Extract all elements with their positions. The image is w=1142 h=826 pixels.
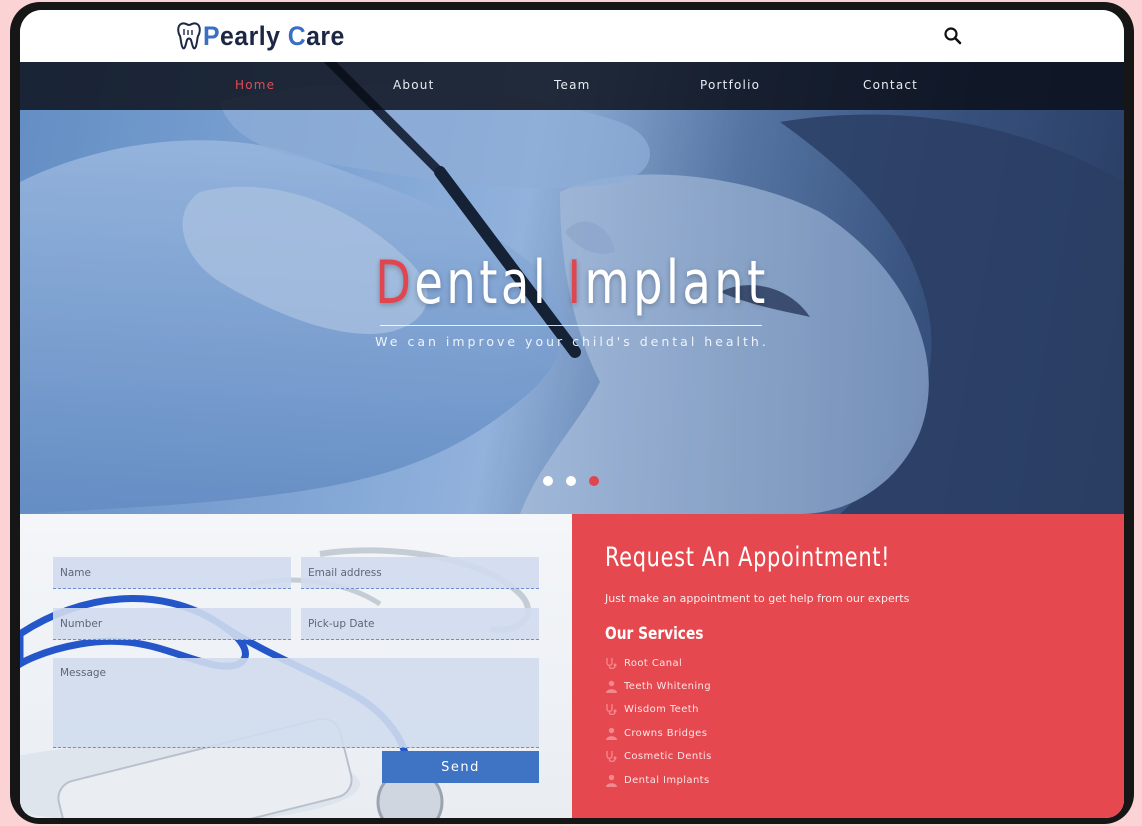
- slider-dot-3[interactable]: [589, 476, 599, 486]
- hero-title: Dental Implant: [97, 248, 1046, 318]
- nav-item-about[interactable]: About: [393, 78, 434, 92]
- nav-item-portfolio[interactable]: Portfolio: [700, 78, 760, 92]
- brand-word-2: are: [306, 20, 345, 51]
- slider-dot-2[interactable]: [566, 476, 576, 486]
- service-label: Cosmetic Dentis: [624, 750, 712, 762]
- pickup-date-input[interactable]: [301, 608, 539, 640]
- main-navigation: Home About Team Portfolio Contact: [20, 62, 1124, 110]
- appointment-subtitle: Just make an appointment to get help fro…: [605, 592, 910, 605]
- hero-subtitle: We can improve your child's dental healt…: [375, 334, 769, 349]
- service-label: Dental Implants: [624, 774, 710, 786]
- send-button[interactable]: Send: [382, 751, 539, 783]
- brand-initial-2: C: [287, 20, 307, 51]
- stethoscope-icon: [606, 703, 617, 715]
- service-label: Crowns Bridges: [624, 727, 708, 739]
- service-item-root-canal[interactable]: Root Canal: [605, 655, 682, 671]
- nav-item-contact[interactable]: Contact: [863, 78, 918, 92]
- service-item-cosmetic-dentistry[interactable]: Cosmetic Dentis: [605, 748, 712, 764]
- appointment-form-panel: Send: [20, 514, 572, 818]
- hero-slider: Home About Team Portfolio Contact Dental…: [20, 62, 1124, 514]
- appointment-title: Request An Appointment!: [605, 542, 891, 573]
- slider-dot-1[interactable]: [543, 476, 553, 486]
- tooth-logo-icon: [177, 22, 201, 50]
- service-item-wisdom-teeth[interactable]: Wisdom Teeth: [605, 701, 699, 717]
- user-md-icon: [606, 680, 617, 693]
- brand-name: Pearly Care: [203, 21, 345, 52]
- stethoscope-icon: [606, 750, 617, 762]
- hero-divider: [380, 325, 762, 326]
- service-item-dental-implants[interactable]: Dental Implants: [605, 772, 710, 788]
- stethoscope-icon: [606, 657, 617, 669]
- hero-title-initial-1: D: [375, 248, 415, 318]
- service-label: Wisdom Teeth: [624, 703, 699, 715]
- service-item-teeth-whitening[interactable]: Teeth Whitening: [605, 678, 711, 694]
- site-header: Pearly Care: [20, 10, 1124, 62]
- brand-word-1: early: [220, 20, 288, 51]
- services-title: Our Services: [605, 624, 704, 644]
- appointment-info-panel: Request An Appointment! Just make an app…: [572, 514, 1124, 818]
- site-logo[interactable]: Pearly Care: [176, 18, 357, 54]
- service-item-crowns-bridges[interactable]: Crowns Bridges: [605, 725, 707, 741]
- service-label: Teeth Whitening: [624, 680, 712, 692]
- user-md-icon: [606, 727, 617, 740]
- message-textarea[interactable]: [53, 658, 539, 748]
- nav-item-home[interactable]: Home: [235, 78, 275, 92]
- browser-viewport: Pearly Care Home About Team Portfolio Co…: [20, 10, 1124, 818]
- number-input[interactable]: [53, 608, 291, 640]
- hero-title-initial-2: I: [567, 248, 585, 318]
- hero-title-word-1: ental: [414, 248, 568, 318]
- name-input[interactable]: [53, 557, 291, 589]
- search-icon: [944, 27, 962, 45]
- service-label: Root Canal: [624, 657, 683, 669]
- search-button[interactable]: [942, 25, 964, 47]
- brand-initial: P: [203, 20, 221, 51]
- hero-title-word-2: mplant: [584, 248, 769, 318]
- nav-item-team[interactable]: Team: [554, 78, 591, 92]
- email-input[interactable]: [301, 557, 539, 589]
- user-md-icon: [606, 774, 617, 787]
